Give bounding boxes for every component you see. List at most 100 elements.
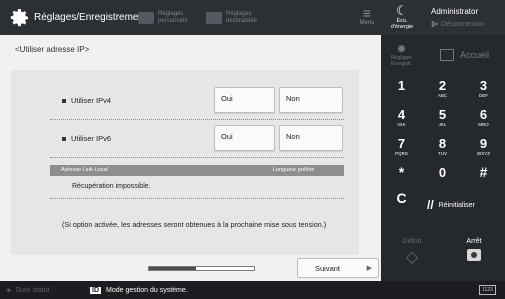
start-icon: ◇ [405, 249, 419, 266]
destination-settings-icon [206, 11, 222, 24]
control-panel-header: ☾ Éco. d'énergie Administrator ▮▸ Déconn… [381, 0, 505, 35]
status-monitor-button[interactable]: ◈ Suivi statut [6, 286, 90, 295]
key-8[interactable]: 8 TUV [422, 136, 463, 164]
divider [50, 198, 344, 199]
key-4[interactable]: 4 GHI [381, 107, 422, 135]
key-letters: WXYZ [477, 151, 490, 156]
ipv4-label-text: Utiliser IPv4 [71, 96, 112, 105]
bullet-icon [62, 99, 66, 104]
header-bar: Réglages/Enregistrement Réglages personn… [0, 0, 381, 35]
energy-saver-button[interactable]: ☾ Éco. d'énergie [387, 3, 417, 31]
key-9[interactable]: 9 WXYZ [463, 136, 504, 164]
info-note: (Si option activée, les adresses seront … [62, 220, 327, 229]
key-digit: 3 [479, 78, 488, 93]
menu-label: Menu [359, 20, 375, 26]
key-letters: ABC [437, 93, 448, 98]
divider [50, 119, 344, 120]
reset-button[interactable]: // Réinitialiser [422, 191, 505, 219]
status-message: Mode gestion du système. [106, 286, 188, 294]
key-digit: * [398, 164, 405, 180]
clear-key[interactable]: C [381, 191, 422, 219]
personal-settings-icon [138, 11, 154, 24]
key-letters: DEF [479, 93, 488, 98]
status-bar: ◈ Suivi statut ID Mode gestion du systèm… [0, 281, 505, 299]
key-2[interactable]: 2 ABC [422, 78, 463, 106]
key-digit: 6 [479, 107, 488, 122]
toolbar-item-label: Réglages destinataire [226, 10, 258, 24]
progress-bar [148, 266, 255, 271]
key-0[interactable]: 0 [422, 165, 463, 193]
home-label: Accueil [460, 50, 490, 60]
key-digit: 1 [397, 78, 406, 93]
next-button[interactable]: Suivant ▶ [297, 258, 379, 278]
bottom-navigation: Suivant ▶ [0, 255, 381, 281]
counter-icon: 1123 [479, 285, 496, 295]
key-letters: MNO [478, 122, 489, 127]
page-title: Réglages/Enregistrement [34, 12, 147, 23]
key-hash[interactable]: # [463, 165, 504, 193]
toolbar-item-label: Réglages personnels [158, 10, 188, 24]
divider [50, 157, 344, 158]
ipv4-label: Utiliser IPv4 [62, 96, 111, 105]
ipv4-no-button[interactable]: Non [279, 87, 343, 113]
key-letters: GHI [397, 122, 406, 127]
logout-icon: ▮▸ [431, 19, 439, 28]
menu-button[interactable]: ≡ Menu [357, 6, 377, 26]
breadcrumb: <Utiliser adresse IP> [15, 45, 90, 54]
key-3[interactable]: 3 DEF [463, 78, 504, 106]
ipv6-row: Utiliser IPv6 Oui Non [0, 125, 381, 153]
reset-icon: // [427, 198, 434, 212]
reset-label: Réinitialiser [438, 201, 475, 209]
key-digit: 7 [397, 136, 406, 151]
key-digit: 2 [438, 78, 447, 93]
key-digit: 5 [438, 107, 447, 122]
stop-button[interactable]: Arrêt [443, 238, 505, 263]
status-monitor-label: Suivi statut [15, 286, 50, 294]
settings-shortcut[interactable]: ✹ Réglages Enregistr. [381, 35, 422, 75]
address-table-header: Adresse Link-Local Longueur préfixe [50, 165, 344, 176]
stop-label: Arrêt [466, 238, 482, 245]
key-6[interactable]: 6 MNO [463, 107, 504, 135]
control-panel: ☾ Éco. d'énergie Administrator ▮▸ Déconn… [381, 0, 505, 281]
start-label: Début [402, 238, 422, 245]
key-star[interactable]: * [381, 165, 422, 193]
logout-button[interactable]: ▮▸ Déconnexion [431, 19, 485, 28]
user-name: Administrator [431, 7, 479, 16]
menu-icon: ≡ [362, 5, 372, 21]
key-7[interactable]: 7 PQRS [381, 136, 422, 164]
link-local-header: Adresse Link-Local [61, 167, 108, 173]
progress-fill [149, 267, 197, 270]
next-label: Suivant [315, 264, 341, 273]
gear-icon [6, 0, 34, 35]
key-letters: TUV [438, 151, 447, 156]
ipv6-label-text: Utiliser IPv6 [71, 134, 112, 143]
toolbar-dest-settings[interactable]: Réglages destinataire [206, 11, 260, 25]
home-icon [440, 49, 454, 61]
home-button[interactable]: Accueil [422, 35, 505, 75]
ipv4-row: Utiliser IPv4 Oui Non [0, 87, 381, 115]
ipv6-no-button[interactable]: Non [279, 125, 343, 151]
toolbar-personal-settings[interactable]: Réglages personnels [138, 11, 192, 25]
moon-icon: ☾ [396, 3, 408, 18]
key-letters: JKL [438, 122, 447, 127]
logout-label: Déconnexion [441, 19, 485, 28]
main-content: <Utiliser adresse IP> Utiliser IPv4 Oui … [0, 35, 381, 275]
key-digit: 8 [438, 136, 447, 151]
gear-icon: ✹ [396, 42, 407, 56]
ipv6-yes-button[interactable]: Oui [214, 125, 275, 151]
key-digit: 9 [479, 136, 488, 151]
key-1[interactable]: 1 [381, 78, 422, 106]
next-arrow-icon: ▶ [366, 265, 372, 272]
settings-shortcut-label: Réglages Enregistr. [390, 55, 413, 67]
key-5[interactable]: 5 JKL [422, 107, 463, 135]
ipv4-yes-button[interactable]: Oui [214, 87, 275, 113]
ipv6-label: Utiliser IPv6 [62, 134, 111, 143]
id-badge: ID [90, 286, 101, 294]
energy-saver-label: Éco. d'énergie [390, 18, 414, 30]
link-local-value: Récupération impossible. [72, 183, 151, 190]
clear-key-label: C [396, 190, 407, 206]
bullet-icon [62, 137, 66, 142]
key-digit: 4 [397, 107, 406, 122]
key-letters: PQRS [395, 151, 408, 156]
start-button[interactable]: Début ◇ [381, 238, 443, 267]
